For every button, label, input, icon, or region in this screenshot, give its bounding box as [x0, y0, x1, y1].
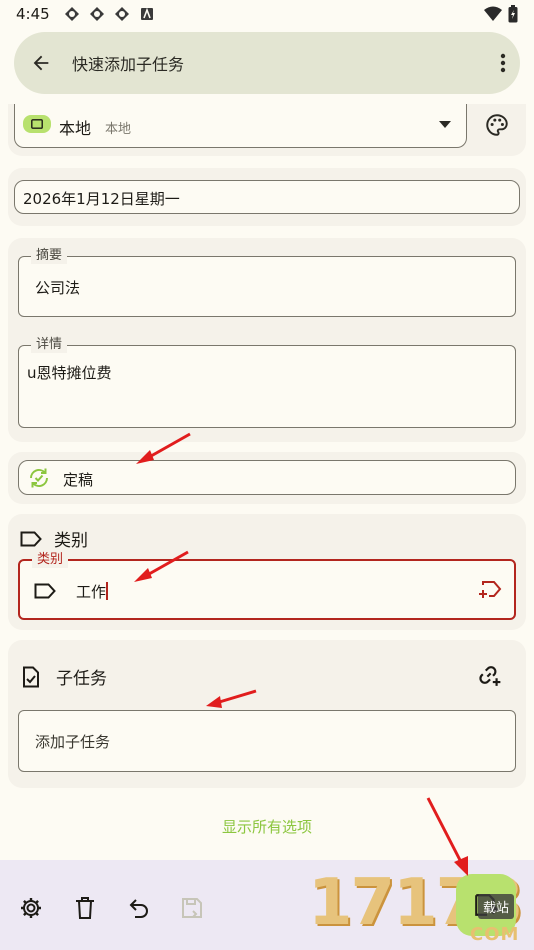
- summary-label: 摘要: [31, 248, 68, 264]
- more-options-icon[interactable]: [500, 53, 506, 73]
- add-link-icon[interactable]: [476, 662, 502, 688]
- watermark-badge: 载站: [478, 894, 515, 919]
- categories-card: 类别 类别 工作: [8, 514, 526, 630]
- dropdown-arrow-icon: [439, 121, 451, 128]
- add-label-icon[interactable]: [478, 579, 502, 601]
- categories-header-text: 类别: [54, 531, 88, 551]
- wifi-icon: [484, 6, 502, 21]
- date-field[interactable]: 2026年1月12日星期一: [14, 180, 520, 214]
- category-input[interactable]: 类别 工作: [18, 552, 516, 620]
- summary-value: 公司法: [35, 279, 81, 297]
- status-label: 定稿: [63, 471, 94, 489]
- notification-icon: [64, 7, 79, 21]
- status-selector[interactable]: 定稿: [18, 460, 516, 495]
- collection-selector[interactable]: 本地 本地: [14, 104, 467, 148]
- show-all-options-link[interactable]: 显示所有选项: [0, 816, 534, 837]
- summary-field[interactable]: 摘要 公司法: [18, 248, 516, 317]
- date-card: 2026年1月12日星期一: [8, 168, 526, 226]
- page-title: 快速添加子任务: [72, 55, 185, 74]
- label-icon: [34, 583, 56, 599]
- battery-icon: [508, 5, 518, 23]
- folder-icon: [31, 119, 43, 129]
- date-value: 2026年1月12日星期一: [23, 190, 180, 208]
- app-notification-icon: [140, 7, 153, 20]
- category-value: 工作: [76, 581, 109, 602]
- subtasks-header: 子任务: [22, 664, 107, 689]
- details-label: 详情: [31, 337, 68, 353]
- summary-card: 摘要 公司法 详情 u恩特摊位费: [8, 238, 526, 442]
- details-field[interactable]: 详情 u恩特摊位费: [18, 337, 516, 428]
- top-app-bar: 快速添加子任务: [14, 32, 520, 94]
- subtasks-card: 子任务 添加子任务: [8, 640, 526, 788]
- collection-name: 本地: [59, 119, 92, 138]
- undo-icon[interactable]: [127, 896, 151, 920]
- collection-card: 本地 本地: [8, 104, 526, 156]
- status-time: 4:45: [16, 5, 50, 23]
- task-checklist-icon: [23, 666, 39, 687]
- delete-icon[interactable]: [74, 896, 96, 920]
- add-subtask-input[interactable]: 添加子任务: [18, 710, 516, 772]
- category-value-text: 工作: [76, 583, 107, 601]
- collection-color-chip: [23, 115, 51, 133]
- categories-header: 类别: [20, 526, 88, 551]
- palette-icon[interactable]: [484, 112, 510, 138]
- subtasks-header-text: 子任务: [56, 669, 107, 689]
- save-disabled-icon[interactable]: [180, 896, 204, 920]
- status-bar: 4:45: [0, 0, 534, 28]
- details-value: u恩特摊位费: [27, 364, 112, 382]
- category-field-label: 类别: [32, 552, 69, 568]
- back-arrow-icon[interactable]: [30, 52, 52, 74]
- notification-icon: [114, 7, 129, 21]
- watermark-sub: COM: [470, 924, 520, 945]
- sync-status-icon: [30, 468, 48, 488]
- collection-subtitle: 本地: [105, 122, 132, 137]
- settings-icon[interactable]: [19, 896, 43, 920]
- text-cursor: [106, 582, 109, 600]
- notification-icon: [89, 7, 104, 21]
- add-subtask-placeholder: 添加子任务: [35, 733, 111, 751]
- label-icon: [20, 531, 42, 546]
- status-card: 定稿: [8, 452, 526, 504]
